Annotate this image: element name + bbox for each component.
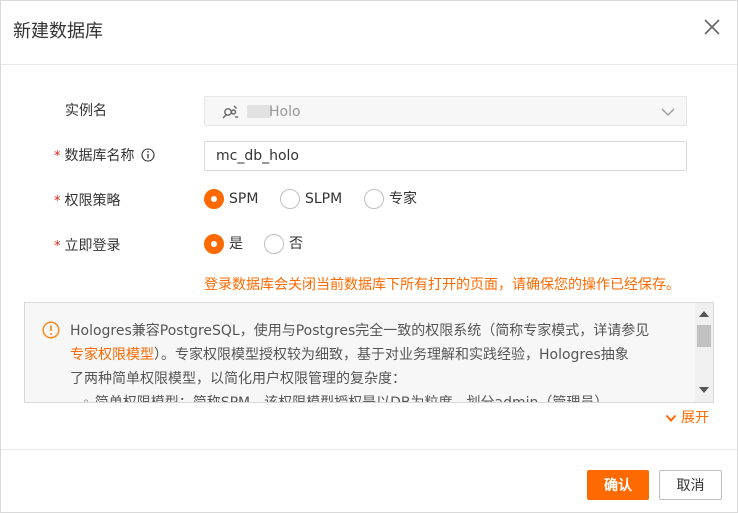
login-label-row: * 立即登录 <box>54 236 121 257</box>
db-name-label: 数据库名称 <box>64 148 135 164</box>
scroll-up-arrow-icon[interactable] <box>699 311 709 317</box>
close-icon <box>704 19 720 35</box>
expert-model-link[interactable]: 专家权限模型 <box>70 347 154 363</box>
policy-radio-spm[interactable]: SPM <box>204 189 258 209</box>
expand-toggle[interactable]: 展开 <box>665 408 709 428</box>
policy-option-label: 专家 <box>389 191 417 207</box>
required-mark: * <box>54 149 61 164</box>
info-icon[interactable] <box>140 148 155 162</box>
redacted-instance-prefix <box>247 105 271 118</box>
permission-notice: Hologres兼容PostgreSQL，使用与Postgres完全一致的权限系… <box>24 302 714 403</box>
login-radio-yes[interactable]: 是 <box>204 234 243 254</box>
login-option-label: 是 <box>229 236 243 252</box>
scroll-down-arrow-icon[interactable] <box>699 387 709 393</box>
login-option-label: 否 <box>289 236 303 252</box>
instance-select[interactable]: Holo <box>204 96 687 126</box>
close-button[interactable] <box>698 13 726 41</box>
radio-dot <box>280 189 300 209</box>
radio-dot <box>204 189 224 209</box>
instance-link-icon <box>222 105 238 119</box>
db-name-input[interactable] <box>204 141 687 171</box>
confirm-button[interactable]: 确认 <box>587 470 649 500</box>
create-database-dialog: 新建数据库 实例名 Holo * 数据库名称 mc_db_holo * 权限策略… <box>0 0 738 513</box>
dialog-title: 新建数据库 <box>13 21 103 42</box>
required-mark: * <box>54 194 61 209</box>
policy-label: 权限策略 <box>64 193 121 209</box>
instance-value: Holo <box>269 104 301 120</box>
instance-label: 实例名 <box>65 103 107 119</box>
policy-option-label: SLPM <box>305 191 343 207</box>
dialog-header: 新建数据库 <box>1 1 737 65</box>
policy-radio-expert[interactable]: 专家 <box>364 189 417 209</box>
cancel-button[interactable]: 取消 <box>659 470 722 500</box>
login-label: 立即登录 <box>64 238 121 254</box>
radio-dot <box>204 234 224 254</box>
chevron-down-icon <box>661 108 675 116</box>
policy-radio-slpm[interactable]: SLPM <box>280 189 342 209</box>
notice-line: 了两种简单权限模型，以简化用户权限管理的复杂度： <box>70 371 406 387</box>
info-circle-icon <box>42 321 60 339</box>
chevron-down-icon <box>665 414 677 422</box>
notice-scrollbar[interactable] <box>695 303 713 402</box>
login-radio-no[interactable]: 否 <box>264 234 303 254</box>
notice-bullet: ◦ 简单权限模型：简称SPM，该权限模型授权是以DB为粒度，划分admin（管理… <box>82 395 609 403</box>
required-mark: * <box>54 239 61 254</box>
policy-label-row: * 权限策略 <box>54 191 121 212</box>
notice-text: Hologres兼容PostgreSQL，使用与Postgres完全一致的权限系… <box>70 319 693 403</box>
notice-line: 专家权限模型）。专家权限模型授权较为细致，基于对业务理解和实践经验，Hologr… <box>70 343 693 367</box>
scroll-thumb[interactable] <box>697 325 711 347</box>
login-warning-text: 登录数据库会关闭当前数据库下所有打开的页面，请确保您的操作已经保存。 <box>204 277 680 293</box>
radio-dot <box>264 234 284 254</box>
footer-divider <box>1 449 737 450</box>
notice-line-rest: ）。专家权限模型授权较为细致，基于对业务理解和实践经验，Hologres抽象 <box>154 347 629 363</box>
policy-option-label: SPM <box>229 191 259 207</box>
expand-label: 展开 <box>681 410 709 426</box>
notice-line: Hologres兼容PostgreSQL，使用与Postgres完全一致的权限系… <box>70 323 650 339</box>
radio-dot <box>364 189 384 209</box>
db-name-label-row: * 数据库名称 <box>54 146 155 167</box>
